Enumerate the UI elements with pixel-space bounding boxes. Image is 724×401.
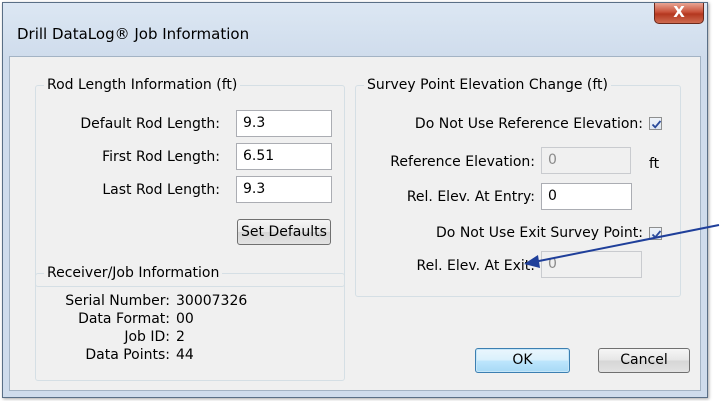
annotation-arrow-icon bbox=[524, 224, 720, 268]
